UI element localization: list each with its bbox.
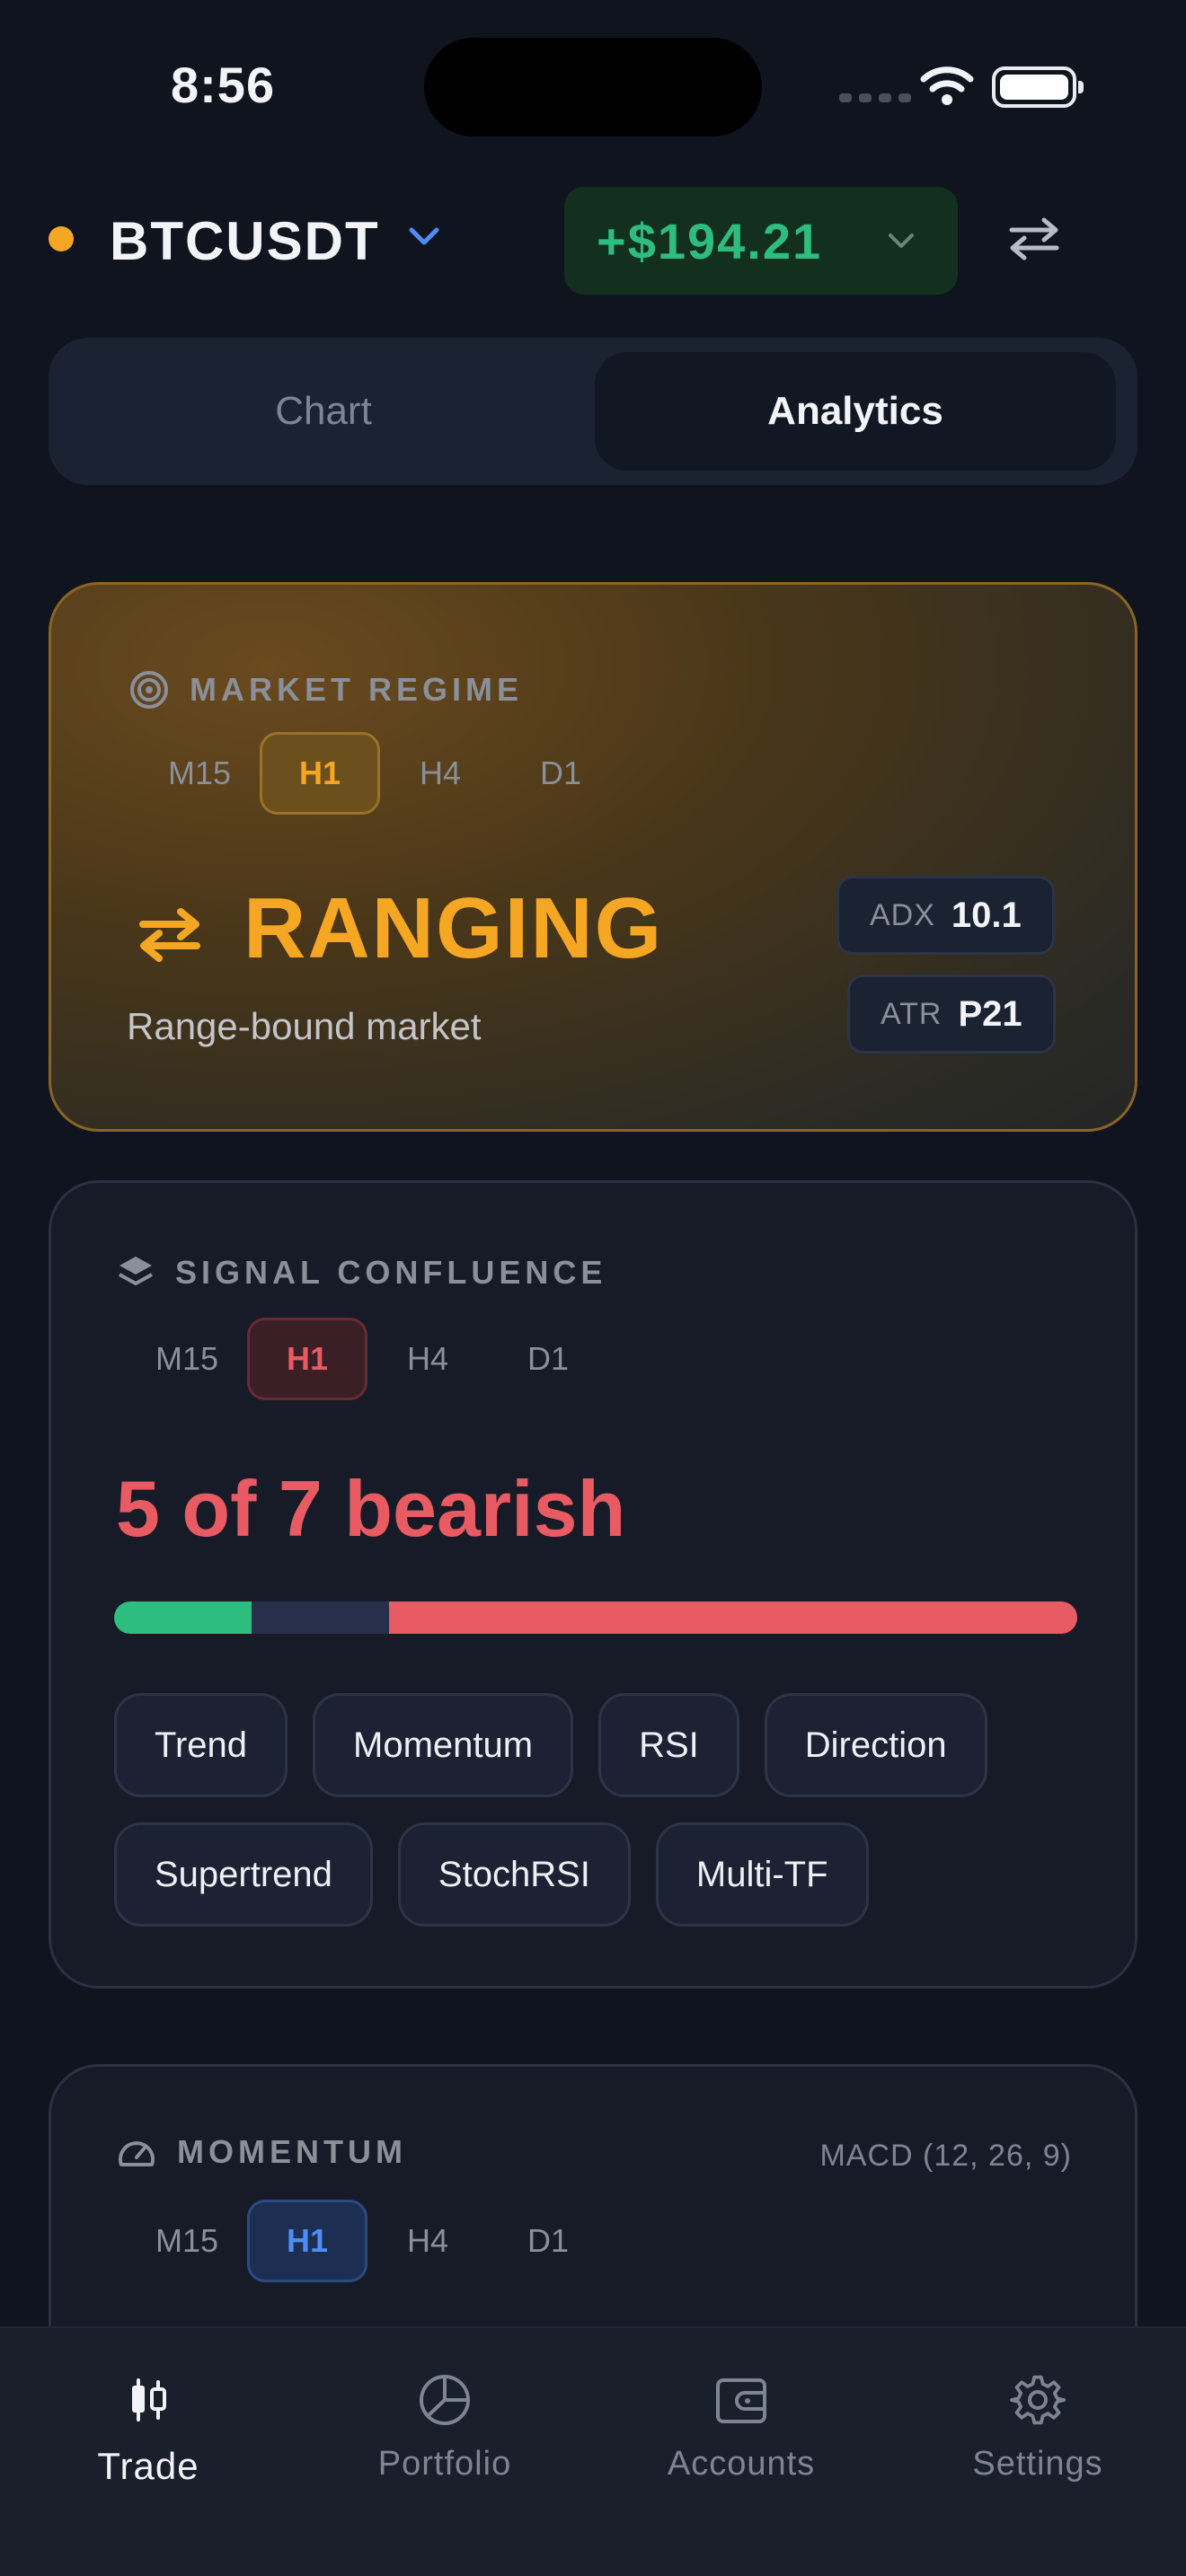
layers-icon (116, 1253, 155, 1292)
timeframe-h4[interactable]: H4 (380, 732, 500, 815)
confluence-bearish-segment (389, 1601, 1077, 1634)
confluence-timeframe-selector: M15 H1 H4 D1 (127, 1318, 608, 1400)
confluence-headline: 5 of 7 bearish (116, 1464, 626, 1553)
timeframe-h1[interactable]: H1 (247, 1318, 367, 1400)
chevron-down-icon (889, 234, 914, 248)
pie-chart-icon (417, 2364, 473, 2436)
live-status-dot (49, 226, 74, 251)
signal-chip[interactable]: Multi-TF (655, 1822, 869, 1927)
wifi-icon (920, 66, 974, 105)
confluence-neutral-segment (252, 1601, 390, 1634)
signal-chip[interactable]: Direction (764, 1693, 987, 1797)
view-segmented-control: Chart Analytics (49, 338, 1137, 485)
momentum-timeframe-selector: M15 H1 H4 D1 (127, 2200, 608, 2282)
regime-description: Range-bound market (127, 1005, 482, 1047)
candlestick-icon (127, 2364, 170, 2436)
adx-badge: ADX 10.1 (836, 876, 1055, 955)
timeframe-h1[interactable]: H1 (247, 2200, 367, 2282)
chevron-down-icon[interactable] (406, 223, 442, 251)
nav-settings[interactable]: Settings (890, 2328, 1186, 2508)
status-time: 8:56 (171, 57, 276, 113)
signal-chips: Trend Momentum RSI Direction Supertrend … (114, 1693, 1084, 1927)
market-regime-card: MARKET REGIME M15 H1 H4 D1 RANGING Range… (49, 582, 1137, 1132)
screen: 8:56 BTCUSDT +$194.21 Chart Analytics MA… (0, 0, 1186, 2576)
timeframe-d1[interactable]: D1 (488, 1318, 608, 1400)
cellular-signal-icon (839, 93, 911, 102)
gear-icon (1010, 2364, 1066, 2436)
timeframe-h4[interactable]: H4 (367, 2200, 488, 2282)
timeframe-m15[interactable]: M15 (127, 1318, 247, 1400)
timeframe-m15[interactable]: M15 (127, 2200, 247, 2282)
signal-chip[interactable]: StochRSI (397, 1822, 631, 1927)
tab-chart[interactable]: Chart (63, 352, 584, 471)
signal-confluence-card: SIGNAL CONFLUENCE M15 H1 H4 D1 5 of 7 be… (49, 1180, 1137, 1989)
regime-state: RANGING (243, 880, 664, 976)
timeframe-h4[interactable]: H4 (367, 1318, 488, 1400)
wallet-icon (714, 2364, 768, 2436)
bottom-nav: Trade Portfolio Accounts Settings (0, 2326, 1186, 2576)
pnl-value: +$194.21 (597, 212, 823, 269)
tab-analytics[interactable]: Analytics (595, 352, 1116, 471)
battery-icon (992, 66, 1084, 108)
confluence-bar (114, 1601, 1077, 1634)
nav-accounts[interactable]: Accounts (593, 2328, 890, 2508)
signal-chip[interactable]: Trend (114, 1693, 288, 1797)
signal-confluence-title: SIGNAL CONFLUENCE (116, 1253, 606, 1292)
momentum-title: MOMENTUM (116, 2133, 407, 2171)
signal-chip[interactable]: Momentum (313, 1693, 574, 1797)
nav-portfolio[interactable]: Portfolio (296, 2328, 593, 2508)
swap-icon[interactable] (1006, 216, 1062, 262)
dynamic-island (424, 38, 762, 137)
arrows-left-right-icon (139, 908, 200, 962)
atr-badge: ATR P21 (847, 975, 1056, 1054)
gauge-icon (116, 2134, 157, 2170)
nav-trade[interactable]: Trade (0, 2328, 296, 2508)
signal-chip[interactable]: Supertrend (114, 1822, 373, 1927)
pnl-button[interactable]: +$194.21 (564, 187, 958, 295)
target-icon (128, 669, 170, 710)
regime-timeframe-selector: M15 H1 H4 D1 (139, 732, 621, 815)
timeframe-d1[interactable]: D1 (488, 2200, 608, 2282)
macd-params: MACD (12, 26, 9) (819, 2139, 1072, 2173)
timeframe-m15[interactable]: M15 (139, 732, 260, 815)
signal-chip[interactable]: RSI (598, 1693, 739, 1797)
timeframe-d1[interactable]: D1 (500, 732, 621, 815)
timeframe-h1[interactable]: H1 (260, 732, 380, 815)
confluence-bullish-segment (114, 1601, 252, 1634)
market-regime-title: MARKET REGIME (128, 669, 523, 710)
symbol-selector[interactable]: BTCUSDT (110, 210, 380, 272)
